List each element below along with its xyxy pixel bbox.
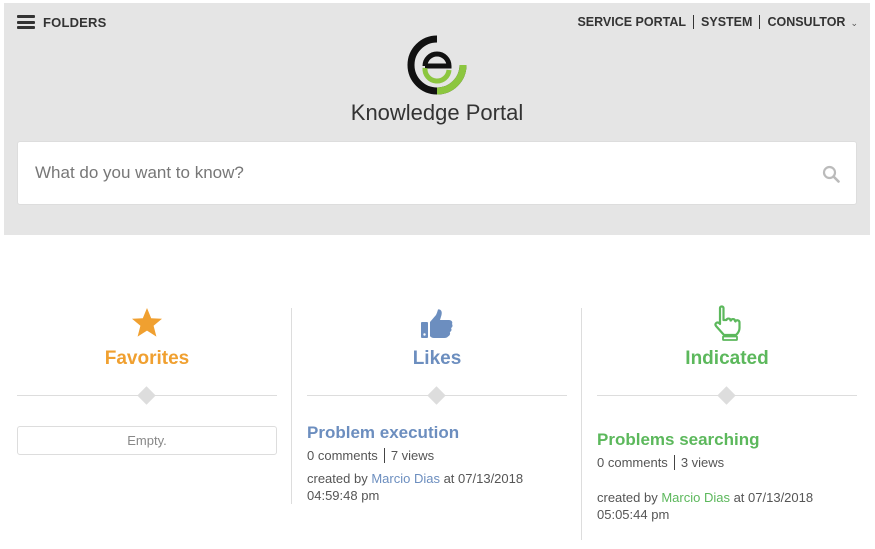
comments-count: 0 comments [307,448,378,463]
folders-label: FOLDERS [43,14,107,30]
diamond-ornament [137,386,156,405]
top-navigation: SERVICE PORTAL SYSTEM CONSULTOR ⌄ [577,13,858,31]
nav-system[interactable]: SYSTEM [701,15,752,29]
knowledge-portal-logo [407,35,467,95]
favorites-title: Favorites [104,348,190,369]
search-icon[interactable] [822,165,840,183]
indicated-item-title[interactable]: Problems searching [597,430,760,450]
page-title: Knowledge Portal [350,100,524,125]
folders-menu-button[interactable]: FOLDERS [17,13,107,31]
indicated-item-created: created by Marcio Dias at 07/13/2018 05:… [597,489,857,523]
views-count: 7 views [390,448,435,463]
indicated-item-stats: 0 comments 3 views [597,455,724,470]
hamburger-icon [17,15,35,29]
created-by-label: created by [307,471,368,486]
nav-consultor-dropdown[interactable]: CONSULTOR ⌄ [767,15,858,29]
search-box [17,141,857,205]
chevron-down-icon: ⌄ [850,18,858,28]
column-separator [581,308,582,540]
views-count: 3 views [680,455,725,470]
comments-count: 0 comments [597,455,668,470]
likes-item-title[interactable]: Problem execution [307,423,459,443]
pointing-hand-icon [714,305,741,341]
header: FOLDERS SERVICE PORTAL SYSTEM CONSULTOR ⌄… [4,3,870,235]
nav-service-portal[interactable]: SERVICE PORTAL [577,15,686,29]
diamond-ornament [717,386,736,405]
likes-item-stats: 0 comments 7 views [307,448,434,463]
column-separator [291,308,292,504]
favorites-empty-message: Empty. [17,426,277,455]
author-link[interactable]: Marcio Dias [371,471,440,486]
diamond-ornament [427,386,446,405]
search-input[interactable] [18,142,856,204]
indicated-title: Indicated [685,348,769,369]
nav-separator [759,15,761,29]
created-by-label: created by [597,490,658,505]
nav-consultor-label: CONSULTOR [767,15,846,29]
star-icon [132,308,162,337]
thumbs-up-icon [421,309,453,338]
meta-separator [673,455,675,470]
likes-title: Likes [412,348,462,369]
meta-separator [383,448,385,463]
author-link[interactable]: Marcio Dias [661,490,730,505]
nav-separator [693,15,695,29]
likes-item-created: created by Marcio Dias at 07/13/2018 04:… [307,470,567,504]
